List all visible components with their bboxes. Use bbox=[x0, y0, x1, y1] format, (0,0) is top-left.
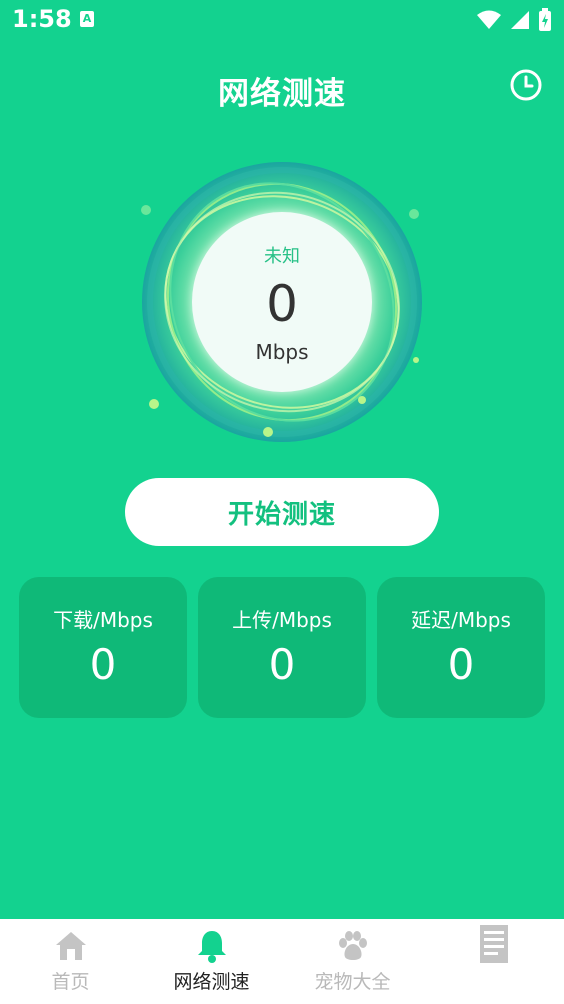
latency-card: 延迟/Mbps 0 bbox=[377, 577, 545, 718]
bottom-tab-bar: 首页 网络测速 宠物大全 bbox=[0, 919, 564, 1004]
tab-speed-test[interactable]: 网络测速 bbox=[141, 919, 282, 1004]
tab-speed-test-label: 网络测速 bbox=[173, 971, 250, 993]
tab-more[interactable] bbox=[423, 919, 564, 1004]
tab-home[interactable]: 首页 bbox=[0, 919, 141, 1004]
clock-icon bbox=[510, 69, 542, 101]
status-indicators bbox=[476, 8, 552, 32]
tab-home-label: 首页 bbox=[51, 971, 90, 993]
upload-value: 0 bbox=[268, 640, 296, 689]
tab-pets[interactable]: 宠物大全 bbox=[282, 919, 423, 1004]
gauge-status-text: 未知 bbox=[264, 246, 300, 267]
bell-icon bbox=[195, 929, 229, 963]
wifi-icon bbox=[477, 10, 501, 29]
upload-card: 上传/Mbps 0 bbox=[198, 577, 366, 718]
history-button[interactable] bbox=[509, 68, 543, 102]
document-icon bbox=[477, 925, 511, 963]
start-test-button[interactable]: 开始测速 bbox=[125, 478, 439, 546]
paw-icon bbox=[336, 929, 370, 963]
gauge-unit: Mbps bbox=[255, 340, 309, 364]
latency-label: 延迟/Mbps bbox=[411, 608, 511, 632]
notification-app-icon: A bbox=[80, 11, 94, 27]
status-bar: 1:58 A bbox=[0, 0, 564, 40]
download-card: 下载/Mbps 0 bbox=[19, 577, 187, 718]
latency-value: 0 bbox=[447, 640, 475, 689]
gauge-speed-value: 0 bbox=[266, 275, 298, 333]
upload-label: 上传/Mbps bbox=[232, 608, 332, 632]
home-icon bbox=[54, 929, 88, 963]
status-time: 1:58 bbox=[12, 5, 72, 33]
tab-pets-label: 宠物大全 bbox=[314, 971, 391, 993]
cell-signal-icon bbox=[511, 11, 529, 29]
download-value: 0 bbox=[89, 640, 117, 689]
download-label: 下载/Mbps bbox=[53, 608, 153, 632]
battery-icon bbox=[539, 8, 551, 31]
page-title: 网络测速 bbox=[218, 76, 346, 112]
